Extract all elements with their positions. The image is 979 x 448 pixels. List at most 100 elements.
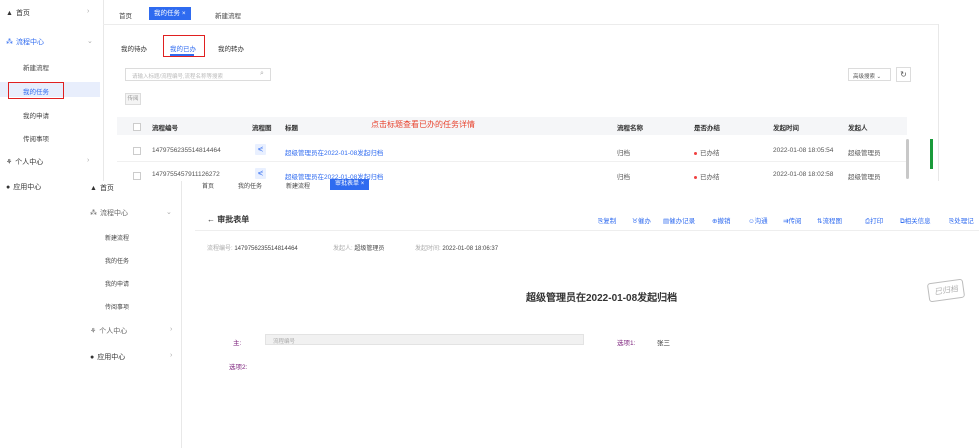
cell-title-link[interactable]: 超级管理员在2022-01-08发起归档 xyxy=(285,147,383,157)
cell-user: 超级管理员 xyxy=(848,174,881,181)
sidebar-item-flow-center[interactable]: ⁂ 流程中心 xyxy=(90,208,128,218)
app-icon: ● xyxy=(90,353,95,361)
chevron-down-icon: ⌄ xyxy=(876,74,882,80)
divider xyxy=(938,24,939,181)
home-icon: ▲ xyxy=(6,9,13,17)
revoke-button[interactable]: ⊕撤销 xyxy=(712,215,730,225)
sidebar-sub-new-flow[interactable]: 新建流程 xyxy=(23,62,49,72)
user-icon: ⚘ xyxy=(6,159,13,166)
tab-new-flow[interactable]: 新建流程 xyxy=(286,181,310,190)
side-indicator xyxy=(930,139,933,169)
sidebar-item-apps[interactable]: ● 应用中心 xyxy=(90,352,125,362)
chevron-down-icon: ⌄ xyxy=(166,209,172,216)
chevron-right-icon: › xyxy=(170,352,173,359)
related-info-button[interactable]: ⧉相关信息 xyxy=(900,215,931,226)
divider xyxy=(195,230,979,231)
circulate-button[interactable]: ⇉传阅 xyxy=(783,215,801,225)
cell-flow: 归档 xyxy=(617,150,630,157)
sidebar-sub-my-tasks[interactable]: 我的任务 xyxy=(105,256,129,265)
close-icon[interactable]: × xyxy=(182,10,186,17)
tab-new-flow[interactable]: 新建流程 xyxy=(215,10,241,20)
th-chart: 流程图 xyxy=(252,125,272,132)
meta-start-time: 发起时间: 2022-01-08 18:06:37 xyxy=(415,246,499,252)
subtab-todo[interactable]: 我的待办 xyxy=(121,43,147,53)
status-dot-icon xyxy=(694,151,697,155)
th-flow-name: 流程名称 xyxy=(617,125,643,132)
th-start-time: 发起时间 xyxy=(773,125,799,132)
th-starter: 发起人 xyxy=(848,125,868,132)
sidebar-item-flow-center[interactable]: ⁂ 流程中心 xyxy=(6,37,44,47)
sidebar-sub-my-apply[interactable]: 我的申请 xyxy=(105,279,129,288)
close-icon[interactable]: × xyxy=(361,181,365,187)
field-main-label: 主: xyxy=(233,340,242,347)
copy-button[interactable]: ⎘复制 xyxy=(598,215,616,226)
print-button[interactable]: ⎙打印 xyxy=(865,215,883,226)
cell-id: 1479755457911126272 xyxy=(152,171,220,178)
refresh-icon: ↻ xyxy=(900,70,907,79)
sidebar-item-personal[interactable]: ⚘ 个人中心 xyxy=(90,326,127,336)
field-opt1-value: 张三 xyxy=(657,340,670,347)
chevron-right-icon: › xyxy=(87,8,90,15)
sidebar-item-apps[interactable]: ● 应用中心 xyxy=(6,182,41,192)
scrollbar-thumb[interactable] xyxy=(906,139,909,179)
flowchart-button[interactable]: ⇅流程图 xyxy=(817,215,842,225)
user-icon: ⚘ xyxy=(90,328,97,335)
sidebar-bottom xyxy=(90,181,182,448)
search-input[interactable]: 请输入标题/流程编号,流程名称等搜索 ⌕ xyxy=(125,68,271,81)
approval-form-window: ▲ 首页 ⁂ 流程中心 ⌄ 新建流程 我的任务 我的申请 传阅事项 ⚘ 个人中心… xyxy=(90,179,979,448)
refresh-button[interactable]: ↻ xyxy=(896,67,911,82)
flowchart-icon[interactable]: ⋞ xyxy=(255,144,266,155)
cell-time: 2022-01-08 18:05:54 xyxy=(773,147,834,154)
sidebar-sub-circulate[interactable]: 传阅事项 xyxy=(105,302,129,311)
back-title[interactable]: ← 审批表单 xyxy=(207,214,249,225)
highlight-box xyxy=(163,35,205,57)
status-dot-icon xyxy=(694,175,697,179)
select-all-checkbox[interactable] xyxy=(133,123,141,131)
meta-process-id: 流程编号: 1479756235514814464 xyxy=(207,246,298,252)
chat-icon: ☺ xyxy=(748,218,755,225)
highlight-box xyxy=(8,82,64,99)
sidebar-sub-my-apply[interactable]: 我的申请 xyxy=(23,110,49,120)
cell-id: 1479756235514814464 xyxy=(152,147,221,154)
communicate-button[interactable]: ☺沟通 xyxy=(748,215,768,225)
sidebar-top: ▲ 首页 › ⁂ 流程中心 ⌄ 新建流程 我的任务 我的申请 传阅事项 ⚘ 个人… xyxy=(0,0,104,191)
tab-home[interactable]: 首页 xyxy=(119,10,132,20)
sidebar-sub-new-flow[interactable]: 新建流程 xyxy=(105,233,129,242)
tab-my-tasks[interactable]: 我的任务 xyxy=(238,181,262,190)
sidebar-sub-circulate[interactable]: 传阅事项 xyxy=(23,133,49,143)
subtab-transferred[interactable]: 我的转办 xyxy=(218,43,244,53)
urge-button[interactable]: ♉催办 xyxy=(632,215,651,225)
cell-status: 已办结 xyxy=(694,147,720,157)
form-title: 超级管理员在2022-01-08发起归档 xyxy=(526,293,678,304)
process-record-button[interactable]: ⎘处理记 xyxy=(949,215,974,226)
search-icon[interactable]: ⌕ xyxy=(260,70,264,78)
field-opt2-label: 选项2: xyxy=(229,364,248,371)
field-main-input[interactable]: 流程编号 xyxy=(265,334,584,345)
sidebar-item-personal[interactable]: ⚘ 个人中心 xyxy=(6,157,43,167)
app-icon: ● xyxy=(6,183,11,191)
sidebar-item-home[interactable]: ▲ 首页 xyxy=(90,183,114,193)
cell-flow: 归档 xyxy=(617,174,630,181)
advanced-search-button[interactable]: 高级搜索 ⌄ xyxy=(848,68,891,81)
batch-button[interactable]: 传阅 xyxy=(125,93,141,105)
tab-my-tasks[interactable]: 我的任务 × xyxy=(149,7,191,20)
th-title: 标题 xyxy=(285,125,298,132)
sidebar-item-home[interactable]: ▲ 首页 xyxy=(6,8,30,18)
flow-icon: ⁂ xyxy=(6,39,13,46)
chevron-right-icon: › xyxy=(170,326,173,333)
flow-icon: ⁂ xyxy=(90,210,97,217)
chevron-right-icon: › xyxy=(87,157,90,164)
tab-home[interactable]: 首页 xyxy=(202,181,214,190)
cell-time: 2022-01-08 18:02:58 xyxy=(773,171,834,178)
row-checkbox[interactable] xyxy=(133,147,141,155)
home-icon: ▲ xyxy=(90,184,97,192)
th-id: 流程编号 xyxy=(152,125,178,132)
annotation-text: 点击标题查看已办的任务详情 xyxy=(371,120,475,129)
chevron-down-icon: ⌄ xyxy=(87,38,93,45)
tab-approval-form[interactable]: 审批表单 × xyxy=(330,179,370,190)
row-checkbox[interactable] xyxy=(133,172,141,180)
cell-status: 已办结 xyxy=(694,171,720,181)
flowchart-icon[interactable]: ⋞ xyxy=(255,168,266,179)
meta-starter: 发起人: 超级管理员 xyxy=(333,246,385,252)
urge-record-button[interactable]: ▤催办记录 xyxy=(663,215,695,225)
